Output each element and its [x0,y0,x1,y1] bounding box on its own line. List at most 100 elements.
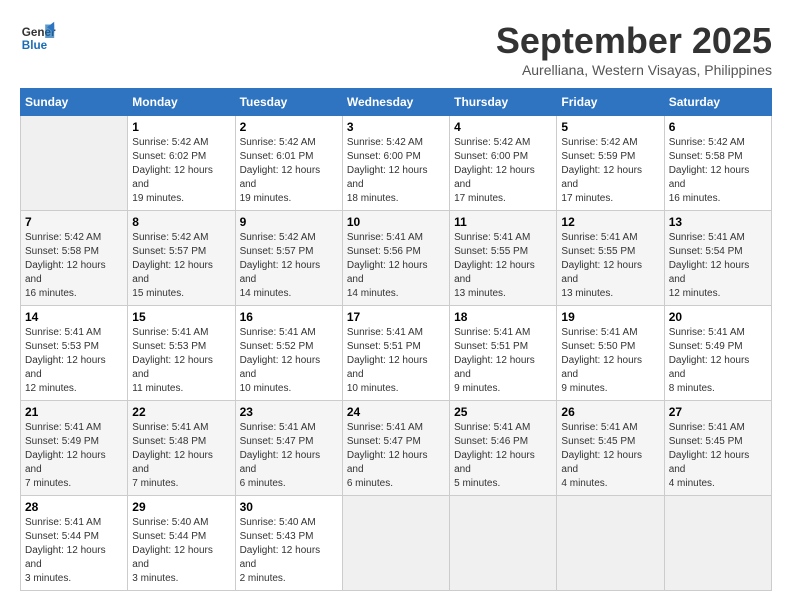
day-info: Sunrise: 5:42 AMSunset: 5:59 PMDaylight:… [561,136,659,206]
day-info: Sunrise: 5:41 AMSunset: 5:53 PMDaylight:… [25,326,123,396]
calendar-cell: 14 Sunrise: 5:41 AMSunset: 5:53 PMDayligh… [21,306,128,401]
day-number: 20 [669,310,767,324]
day-number: 23 [240,405,338,419]
day-number: 13 [669,215,767,229]
day-number: 10 [347,215,445,229]
calendar-cell: 22 Sunrise: 5:41 AMSunset: 5:48 PMDayligh… [128,401,235,496]
col-header-monday: Monday [128,89,235,116]
day-info: Sunrise: 5:41 AMSunset: 5:45 PMDaylight:… [561,421,659,491]
day-number: 21 [25,405,123,419]
day-number: 14 [25,310,123,324]
day-number: 24 [347,405,445,419]
calendar-week-5: 28Sunrise: 5:41 AMSunset: 5:44 PMDayligh… [21,496,772,591]
day-number: 12 [561,215,659,229]
calendar-cell: 13 Sunrise: 5:41 AMSunset: 5:54 PMDayligh… [664,211,771,306]
calendar-header-row: SundayMondayTuesdayWednesdayThursdayFrid… [21,89,772,116]
calendar-week-4: 21Sunrise: 5:41 AMSunset: 5:49 PMDayligh… [21,401,772,496]
day-info: Sunrise: 5:42 AMSunset: 6:00 PMDaylight:… [454,136,552,206]
calendar-week-3: 14 Sunrise: 5:41 AMSunset: 5:53 PMDayligh… [21,306,772,401]
calendar-cell [450,496,557,591]
calendar-cell: 3 Sunrise: 5:42 AMSunset: 6:00 PMDaylight… [342,116,449,211]
calendar-cell [21,116,128,211]
day-number: 1 [132,120,230,134]
day-number: 18 [454,310,552,324]
day-number: 30 [240,500,338,514]
day-number: 27 [669,405,767,419]
day-info: Sunrise: 5:41 AMSunset: 5:52 PMDaylight:… [240,326,338,396]
calendar-cell: 30 Sunrise: 5:40 AMSunset: 5:43 PMDayligh… [235,496,342,591]
title-block: September 2025 Aurelliana, Western Visay… [496,20,772,78]
day-number: 26 [561,405,659,419]
logo: General Blue [20,20,56,56]
location-subtitle: Aurelliana, Western Visayas, Philippines [496,62,772,78]
day-number: 28 [25,500,123,514]
day-number: 9 [240,215,338,229]
day-number: 2 [240,120,338,134]
day-info: Sunrise: 5:42 AMSunset: 5:58 PMDaylight:… [25,231,123,301]
calendar-cell: 24Sunrise: 5:41 AMSunset: 5:47 PMDayligh… [342,401,449,496]
calendar-cell: 20 Sunrise: 5:41 AMSunset: 5:49 PMDayligh… [664,306,771,401]
calendar-cell: 23 Sunrise: 5:41 AMSunset: 5:47 PMDayligh… [235,401,342,496]
day-info: Sunrise: 5:41 AMSunset: 5:55 PMDaylight:… [561,231,659,301]
calendar-cell: 26 Sunrise: 5:41 AMSunset: 5:45 PMDayligh… [557,401,664,496]
day-info: Sunrise: 5:41 AMSunset: 5:51 PMDaylight:… [347,326,445,396]
day-info: Sunrise: 5:41 AMSunset: 5:51 PMDaylight:… [454,326,552,396]
calendar-cell: 21Sunrise: 5:41 AMSunset: 5:49 PMDayligh… [21,401,128,496]
svg-text:Blue: Blue [22,39,48,52]
calendar-cell [557,496,664,591]
day-number: 11 [454,215,552,229]
day-info: Sunrise: 5:42 AMSunset: 5:57 PMDaylight:… [132,231,230,301]
day-info: Sunrise: 5:42 AMSunset: 5:57 PMDaylight:… [240,231,338,301]
col-header-tuesday: Tuesday [235,89,342,116]
day-info: Sunrise: 5:41 AMSunset: 5:47 PMDaylight:… [240,421,338,491]
calendar-cell: 28Sunrise: 5:41 AMSunset: 5:44 PMDayligh… [21,496,128,591]
day-info: Sunrise: 5:42 AMSunset: 6:02 PMDaylight:… [132,136,230,206]
calendar-cell [342,496,449,591]
day-number: 25 [454,405,552,419]
calendar-cell: 8 Sunrise: 5:42 AMSunset: 5:57 PMDaylight… [128,211,235,306]
page-header: General Blue September 2025 Aurelliana, … [20,20,772,78]
day-number: 3 [347,120,445,134]
calendar-week-2: 7Sunrise: 5:42 AMSunset: 5:58 PMDaylight… [21,211,772,306]
day-number: 19 [561,310,659,324]
day-number: 8 [132,215,230,229]
calendar-cell: 16Sunrise: 5:41 AMSunset: 5:52 PMDayligh… [235,306,342,401]
calendar-cell: 19 Sunrise: 5:41 AMSunset: 5:50 PMDayligh… [557,306,664,401]
day-number: 4 [454,120,552,134]
calendar-cell: 4 Sunrise: 5:42 AMSunset: 6:00 PMDaylight… [450,116,557,211]
calendar-table: SundayMondayTuesdayWednesdayThursdayFrid… [20,88,772,591]
day-info: Sunrise: 5:42 AMSunset: 6:01 PMDaylight:… [240,136,338,206]
calendar-cell: 1 Sunrise: 5:42 AMSunset: 6:02 PMDaylight… [128,116,235,211]
day-info: Sunrise: 5:41 AMSunset: 5:56 PMDaylight:… [347,231,445,301]
calendar-cell: 17 Sunrise: 5:41 AMSunset: 5:51 PMDayligh… [342,306,449,401]
day-info: Sunrise: 5:41 AMSunset: 5:54 PMDaylight:… [669,231,767,301]
calendar-cell: 10 Sunrise: 5:41 AMSunset: 5:56 PMDayligh… [342,211,449,306]
col-header-friday: Friday [557,89,664,116]
day-number: 6 [669,120,767,134]
day-number: 22 [132,405,230,419]
calendar-cell: 18 Sunrise: 5:41 AMSunset: 5:51 PMDayligh… [450,306,557,401]
day-number: 29 [132,500,230,514]
day-info: Sunrise: 5:40 AMSunset: 5:43 PMDaylight:… [240,516,338,586]
day-info: Sunrise: 5:41 AMSunset: 5:49 PMDaylight:… [669,326,767,396]
day-info: Sunrise: 5:41 AMSunset: 5:53 PMDaylight:… [132,326,230,396]
month-title: September 2025 [496,20,772,62]
col-header-saturday: Saturday [664,89,771,116]
day-number: 17 [347,310,445,324]
day-number: 15 [132,310,230,324]
calendar-cell: 7Sunrise: 5:42 AMSunset: 5:58 PMDaylight… [21,211,128,306]
calendar-cell: 27Sunrise: 5:41 AMSunset: 5:45 PMDayligh… [664,401,771,496]
day-info: Sunrise: 5:41 AMSunset: 5:46 PMDaylight:… [454,421,552,491]
calendar-cell: 29 Sunrise: 5:40 AMSunset: 5:44 PMDayligh… [128,496,235,591]
day-info: Sunrise: 5:40 AMSunset: 5:44 PMDaylight:… [132,516,230,586]
col-header-sunday: Sunday [21,89,128,116]
day-info: Sunrise: 5:41 AMSunset: 5:50 PMDaylight:… [561,326,659,396]
day-info: Sunrise: 5:41 AMSunset: 5:48 PMDaylight:… [132,421,230,491]
calendar-cell: 5Sunrise: 5:42 AMSunset: 5:59 PMDaylight… [557,116,664,211]
day-info: Sunrise: 5:41 AMSunset: 5:55 PMDaylight:… [454,231,552,301]
day-info: Sunrise: 5:42 AMSunset: 5:58 PMDaylight:… [669,136,767,206]
day-info: Sunrise: 5:42 AMSunset: 6:00 PMDaylight:… [347,136,445,206]
calendar-cell [664,496,771,591]
calendar-cell: 25 Sunrise: 5:41 AMSunset: 5:46 PMDayligh… [450,401,557,496]
calendar-cell: 6 Sunrise: 5:42 AMSunset: 5:58 PMDaylight… [664,116,771,211]
